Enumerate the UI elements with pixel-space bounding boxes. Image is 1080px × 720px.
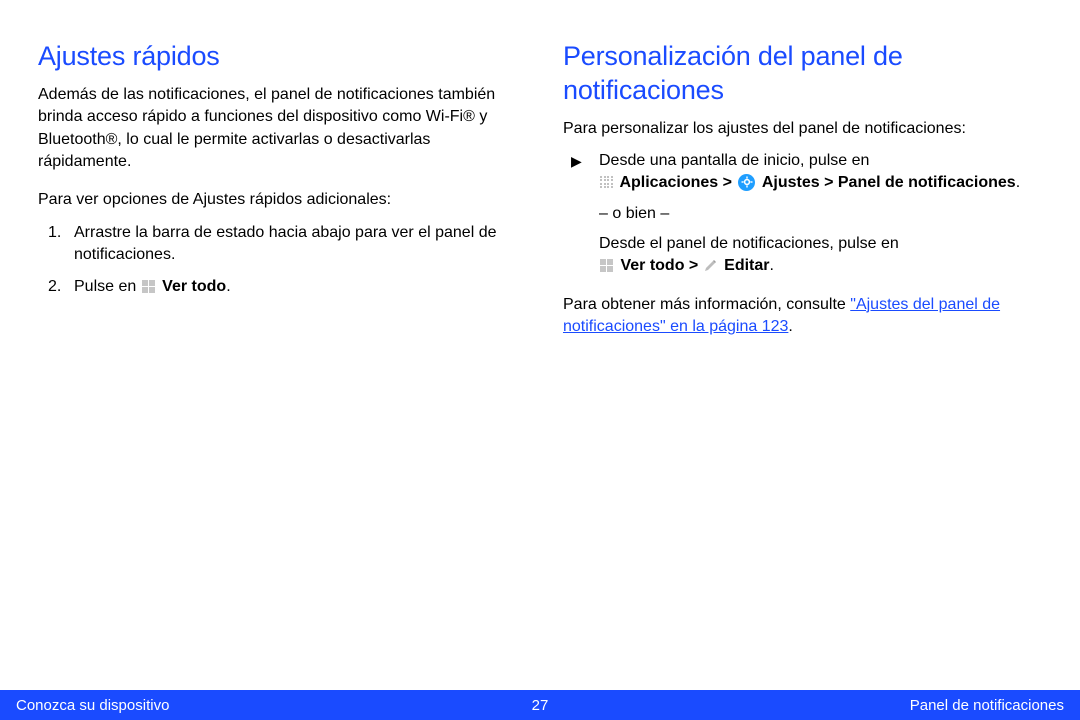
period-2: . <box>770 257 774 274</box>
period-1: . <box>1016 174 1020 191</box>
two-column-layout: Ajustes rápidos Además de las notificaci… <box>38 40 1042 355</box>
view-all-icon <box>141 279 156 294</box>
intro-right: Para personalizar los ajustes del panel … <box>563 118 1042 140</box>
step-2-suffix: . <box>226 278 230 295</box>
manual-page: Ajustes rápidos Además de las notificaci… <box>0 0 1080 720</box>
ver-todo-label: Ver todo > <box>620 257 702 274</box>
settings-panel-label: Ajustes > Panel de notificaciones <box>762 174 1016 191</box>
right-column: Personalización del panel de notificacio… <box>563 40 1042 355</box>
lead-paragraph: Para ver opciones de Ajustes rápidos adi… <box>38 189 517 211</box>
step-2: Pulse en Ver todo. <box>38 276 517 298</box>
left-column: Ajustes rápidos Además de las notificaci… <box>38 40 517 355</box>
edit-pencil-icon <box>703 258 718 273</box>
steps-list: Arrastre la barra de estado hacia abajo … <box>38 222 517 299</box>
bullet-line-1a: Desde una pantalla de inicio, pulse en <box>599 152 869 169</box>
alt-line: Desde el panel de notificaciones, pulse … <box>599 235 899 252</box>
apps-label: Aplicaciones > <box>619 174 736 191</box>
footer-right: Panel de notificaciones <box>910 697 1064 714</box>
or-divider: – o bien – <box>599 203 1042 225</box>
step-2-prefix: Pulse en <box>74 278 141 295</box>
step-1: Arrastre la barra de estado hacia abajo … <box>38 222 517 267</box>
editar-label: Editar <box>724 257 769 274</box>
more-suffix: . <box>788 318 792 335</box>
apps-grid-icon <box>599 175 614 190</box>
play-marker-icon: ▶ <box>571 152 582 172</box>
more-prefix: Para obtener más información, consulte <box>563 296 850 313</box>
procedure-block: ▶ Desde una pantalla de inicio, pulse en… <box>563 150 1042 278</box>
step-2-bold: Ver todo <box>162 278 226 295</box>
more-info-paragraph: Para obtener más información, consulte "… <box>563 294 1042 339</box>
settings-gear-icon <box>738 174 755 191</box>
intro-paragraph: Además de las notificaciones, el panel d… <box>38 84 517 174</box>
footer-left: Conozca su dispositivo <box>16 697 169 714</box>
heading-quick-settings: Ajustes rápidos <box>38 40 517 74</box>
view-all-icon <box>599 258 614 273</box>
page-footer: Conozca su dispositivo 27 Panel de notif… <box>0 690 1080 720</box>
heading-customize-panel: Personalización del panel de notificacio… <box>563 40 1042 108</box>
